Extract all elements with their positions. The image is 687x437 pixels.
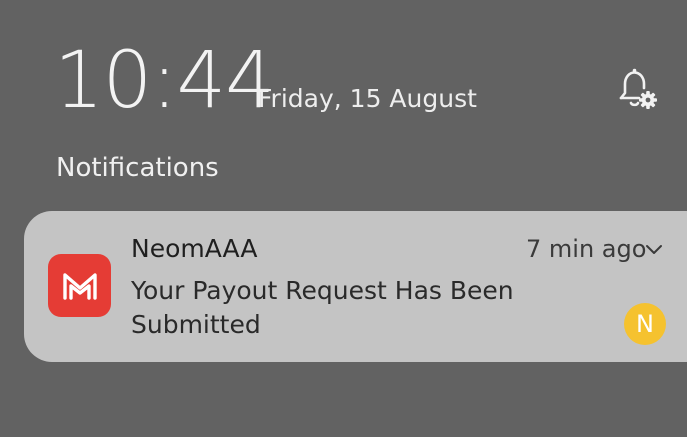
lock-screen-header: 10:44 Friday, 15 August [0, 0, 687, 130]
notification-settings-button[interactable] [610, 64, 662, 116]
notification-app-name: NeomAAA [131, 234, 258, 263]
expand-button[interactable] [644, 241, 664, 259]
notifications-heading: Notifications [56, 153, 219, 183]
app-icon [48, 254, 111, 317]
chevron-down-icon [646, 245, 662, 254]
clock: 10:44 [54, 36, 275, 126]
date: Friday, 15 August [258, 84, 477, 113]
notification-time-ago: 7 min ago [526, 235, 647, 263]
notification-message: Your Payout Request Has Been Submitted [131, 276, 514, 339]
notification-card[interactable]: NeomAAA 7 min ago Your Payout Request Ha… [24, 211, 687, 362]
sender-avatar: N [624, 303, 666, 345]
bell-settings-icon [619, 68, 657, 109]
gmail-style-m-icon [62, 272, 97, 300]
